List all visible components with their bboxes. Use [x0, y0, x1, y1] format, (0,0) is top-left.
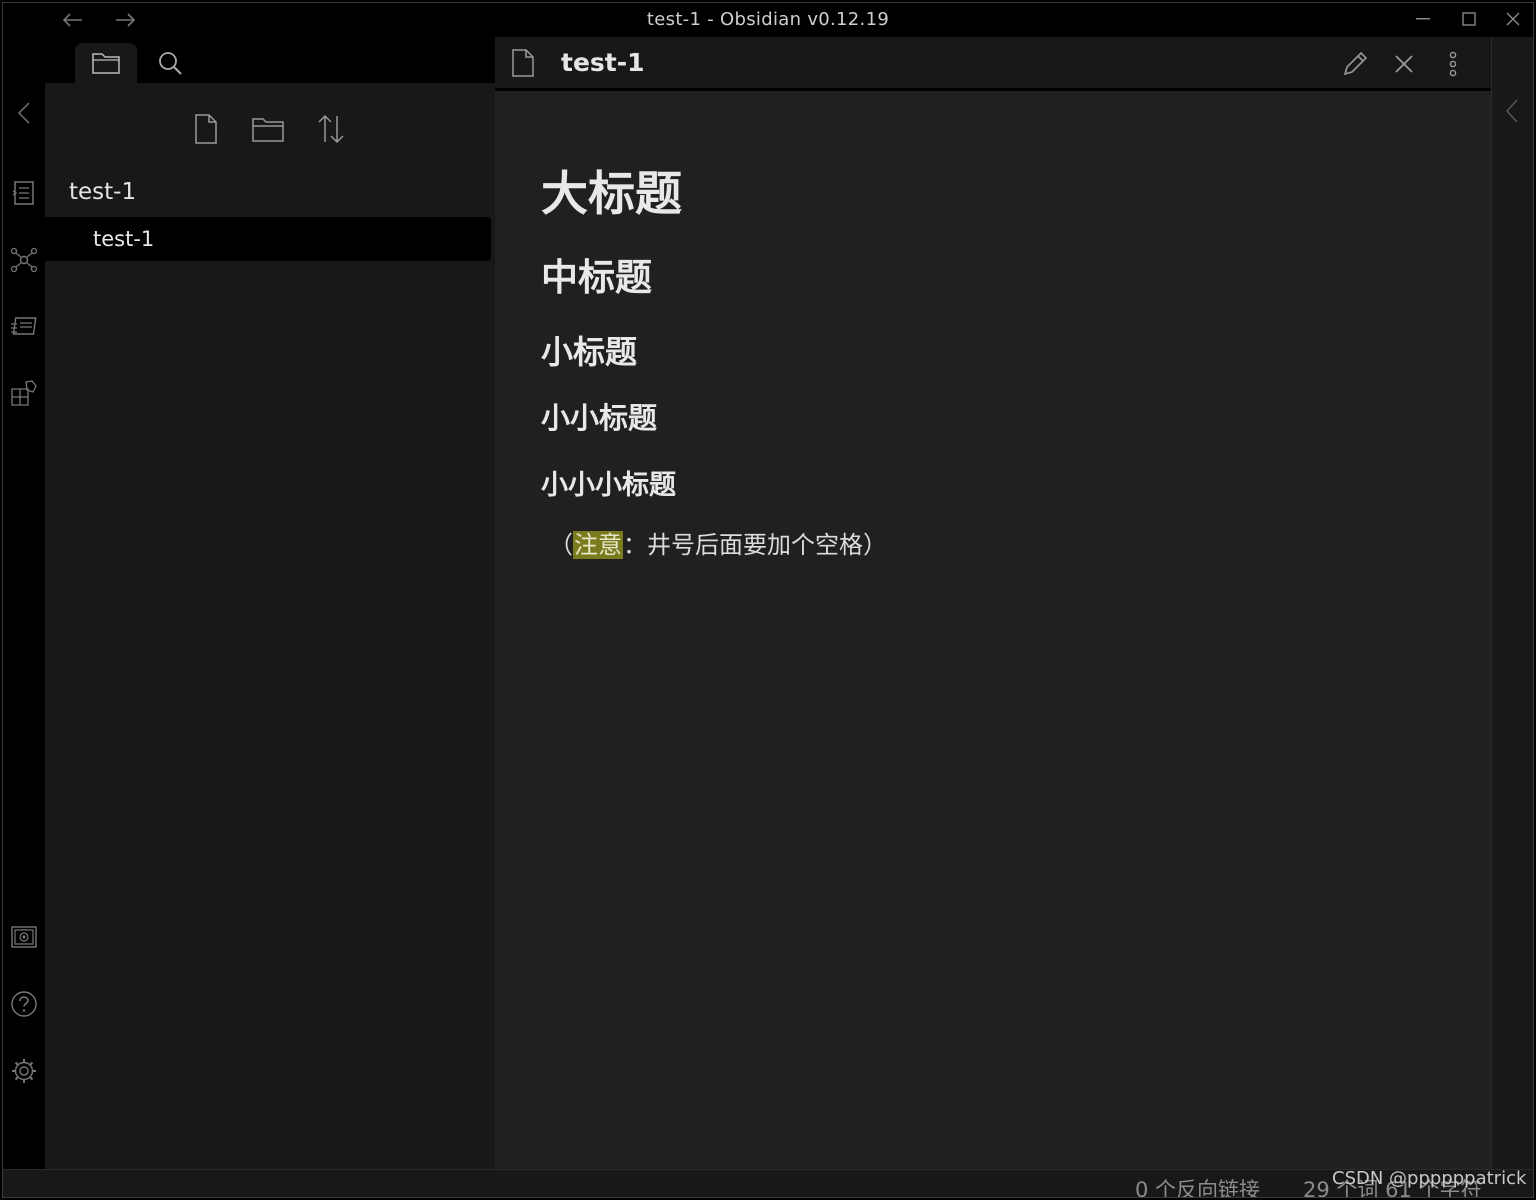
heading-5: 小小小标题 [541, 470, 676, 501]
folder-item[interactable]: test-1 [69, 179, 136, 205]
file-item-label: test-1 [93, 227, 155, 251]
editor-pane: test-1 大标题 中标题 小标题 小小标题 小小小标题 （注意：井号后面要加… [495, 37, 1491, 1169]
settings-gear-icon[interactable] [8, 1055, 40, 1087]
more-options-icon[interactable] [1435, 46, 1471, 82]
editor-header: test-1 [495, 37, 1491, 91]
editor-title[interactable]: test-1 [561, 48, 645, 77]
search-icon [159, 52, 182, 75]
watermark-text: CSDN @ppppppatrick [1332, 1168, 1527, 1189]
heading-1: 大标题 [541, 167, 682, 222]
window-title: test-1 - Obsidian v0.12.19 [646, 9, 890, 30]
paragraph-rest: ：井号后面要加个空格） [623, 531, 887, 559]
highlighted-text: 注意 [573, 531, 623, 559]
title-bar: test-1 - Obsidian v0.12.19 [3, 3, 1533, 37]
sort-arrows-icon [318, 114, 344, 144]
left-ribbon [3, 37, 45, 1169]
edit-pencil-icon[interactable] [1337, 46, 1373, 82]
heading-2: 中标题 [541, 256, 652, 299]
status-bar: 0 个反向链接 29 个词 61 个字符 [3, 1169, 1533, 1197]
tab-search[interactable] [139, 43, 201, 83]
folder-icon [92, 53, 120, 74]
document-icon [511, 49, 535, 77]
explorer-toolbar [45, 109, 495, 149]
quick-switcher-icon[interactable] [8, 177, 40, 209]
collapse-left-icon[interactable] [8, 97, 40, 129]
sidebar-tab-bar [45, 37, 495, 83]
close-tab-icon[interactable] [1386, 46, 1422, 82]
tab-file-explorer[interactable] [75, 43, 137, 83]
paragraph-open: （ [549, 531, 573, 559]
graph-view-icon[interactable] [8, 244, 40, 276]
file-item-active[interactable]: test-1 [45, 217, 491, 261]
expand-right-icon[interactable] [1506, 99, 1518, 123]
help-icon[interactable] [8, 988, 40, 1020]
heading-3: 小标题 [541, 333, 638, 371]
minimize-icon[interactable] [1403, 6, 1443, 32]
heading-4: 小小标题 [541, 401, 658, 435]
sort-button[interactable] [311, 109, 351, 149]
close-window-icon[interactable] [1493, 6, 1533, 32]
file-explorer-pane: test-1 test-1 [45, 37, 495, 1169]
plugins-icon[interactable] [8, 377, 40, 409]
new-note-button[interactable] [186, 109, 226, 149]
new-file-icon [195, 114, 217, 144]
note-paragraph: （注意：井号后面要加个空格） [549, 525, 887, 560]
slides-icon[interactable] [8, 311, 40, 343]
vault-icon[interactable] [8, 921, 40, 953]
backlinks-count[interactable]: 0 个反向链接 [1135, 1174, 1260, 1197]
new-folder-icon [252, 118, 284, 142]
right-sidebar-collapsed [1491, 37, 1533, 1169]
new-folder-button[interactable] [248, 109, 288, 149]
app-window: test-1 - Obsidian v0.12.19 test-1 test-1… [2, 2, 1534, 1198]
maximize-icon[interactable] [1449, 6, 1489, 32]
